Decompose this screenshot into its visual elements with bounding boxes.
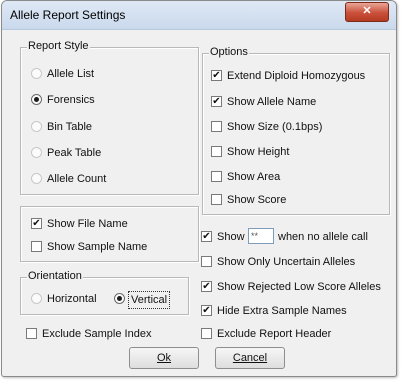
allele-report-settings-dialog: Allele Report Settings ✕ Report Style Al…	[1, 0, 397, 377]
check-indicator: ✔	[211, 96, 222, 107]
report-style-legend: Report Style	[27, 40, 90, 52]
ok-button[interactable]: Ok	[129, 347, 199, 369]
check-indicator	[211, 194, 222, 205]
check-indicator: ✔	[201, 231, 212, 242]
ok-button-label: Ok	[156, 352, 172, 364]
title-bar: Allele Report Settings ✕	[2, 1, 396, 30]
checkbox-label: Show Score	[227, 194, 287, 206]
options-group: Options ✔ Extend Diploid Homozygous ✔ Sh…	[202, 46, 390, 215]
radio-label: Forensics	[47, 94, 95, 106]
check-indicator	[201, 328, 212, 339]
orientation-group: Orientation Horizontal Vertical	[20, 270, 189, 315]
radio-indicator-selected	[114, 293, 125, 304]
radio-indicator	[31, 121, 42, 132]
check-indicator: ✔	[31, 218, 42, 229]
cancel-button-label: Cancel	[232, 352, 268, 364]
check-indicator: ✔	[201, 305, 212, 316]
check-indicator	[31, 241, 42, 252]
check-indicator	[201, 256, 212, 267]
check-indicator	[211, 146, 222, 157]
check-indicator	[211, 121, 222, 132]
no-call-suffix-label: when no allele call	[278, 231, 368, 243]
checkbox-label: Extend Diploid Homozygous	[227, 70, 366, 82]
radio-label: Allele List	[47, 68, 95, 80]
check-indicator	[26, 328, 37, 339]
radio-label-focused: Vertical	[128, 291, 171, 309]
radio-indicator	[31, 293, 42, 304]
check-indicator: ✔	[201, 281, 212, 292]
radio-indicator	[31, 147, 42, 158]
check-indicator	[211, 171, 222, 182]
no-call-text-input[interactable]: **	[248, 228, 274, 244]
checkbox-label: Show Only Uncertain Alleles	[217, 256, 356, 268]
orientation-legend: Orientation	[27, 270, 83, 282]
checkbox-label: Show	[217, 231, 245, 243]
radio-indicator	[31, 68, 42, 79]
checkbox-label: Show Height	[227, 146, 290, 158]
file-name-group: ✔ Show File Name Show Sample Name	[20, 206, 199, 262]
checkbox-label: Hide Extra Sample Names	[217, 305, 347, 317]
checkbox-label: Show Size (0.1bps)	[227, 121, 323, 133]
report-style-group: Report Style Allele List Forensics Bin T…	[20, 40, 199, 195]
cancel-button[interactable]: Cancel	[215, 347, 285, 369]
radio-label: Allele Count	[47, 173, 107, 185]
checkbox-label: Show Rejected Low Score Alleles	[217, 281, 381, 293]
checkbox-label: Exclude Report Header	[217, 328, 332, 340]
close-icon: ✕	[362, 5, 372, 17]
checkbox-label: Show Allele Name	[227, 96, 317, 108]
radio-indicator-selected	[31, 94, 42, 105]
radio-label: Bin Table	[47, 121, 93, 133]
options-legend: Options	[209, 46, 249, 58]
checkbox-label: Show File Name	[47, 218, 128, 230]
check-indicator: ✔	[211, 70, 222, 81]
radio-label: Peak Table	[47, 147, 102, 159]
checkbox-label: Show Sample Name	[47, 241, 148, 253]
window-title: Allele Report Settings	[10, 8, 126, 22]
checkbox-label: Exclude Sample Index	[42, 328, 152, 340]
radio-indicator	[31, 173, 42, 184]
radio-label: Horizontal	[47, 293, 97, 305]
close-button[interactable]: ✕	[345, 2, 389, 22]
checkbox-label: Show Area	[227, 171, 281, 183]
